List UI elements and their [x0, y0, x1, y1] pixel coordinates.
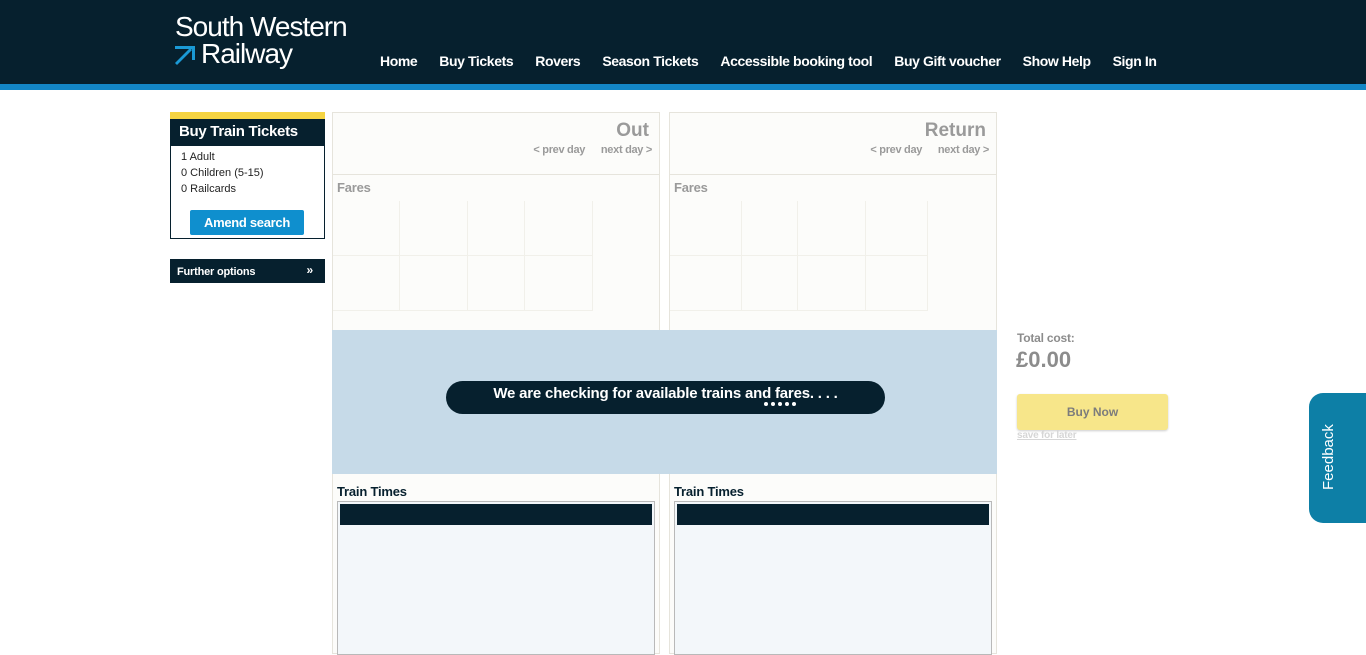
return-next-day-link[interactable]: next day > [938, 144, 989, 156]
fare-cell [798, 201, 866, 256]
summary-highlight-bar [170, 112, 325, 119]
fare-cell [468, 201, 525, 256]
fare-cell [742, 201, 798, 256]
total-cost-value: £0.00 [1016, 347, 1072, 372]
outbound-fares-grid [333, 201, 659, 331]
fare-cell [400, 256, 468, 311]
further-options-label: Further options [177, 266, 256, 278]
nav-sign-in[interactable]: Sign In [1113, 52, 1157, 70]
return-title: Return [924, 120, 986, 141]
double-chevron-down-icon: » [306, 263, 314, 277]
nav-accessible-booking-tool[interactable]: Accessible booking tool [720, 52, 872, 70]
nav-show-help[interactable]: Show Help [1023, 52, 1091, 70]
outbound-next-day-link[interactable]: next day > [601, 144, 652, 156]
fare-cell [866, 256, 928, 311]
outbound-day-nav: < prev day next day > [520, 144, 652, 156]
outbound-fares-label: Fares [337, 180, 371, 195]
outbound-times-header-bar [340, 504, 652, 525]
nav-home[interactable]: Home [380, 52, 418, 70]
loading-overlay: We are checking for available trains and… [332, 330, 997, 474]
fare-cell [670, 256, 742, 311]
nav-buy-gift-voucher[interactable]: Buy Gift voucher [894, 52, 1001, 70]
swr-arrow-logo-icon [175, 46, 195, 65]
nav-rovers[interactable]: Rovers [535, 52, 580, 70]
fare-cell [400, 201, 468, 256]
fare-cell [468, 256, 525, 311]
fare-cell [333, 201, 400, 256]
fare-cell [333, 256, 400, 311]
main-nav: Home Buy Tickets Rovers Season Tickets A… [380, 52, 1178, 70]
save-for-later-link[interactable]: save for later [1017, 430, 1077, 441]
railcards-count: 0 Railcards [181, 183, 237, 195]
passenger-summary-box: Buy Train Tickets 1 Adult 0 Children (5-… [170, 112, 325, 239]
feedback-label: Feedback [1320, 424, 1337, 490]
outbound-header: Out < prev day next day > [333, 113, 659, 175]
fare-cell [798, 256, 866, 311]
nav-buy-tickets[interactable]: Buy Tickets [439, 52, 513, 70]
feedback-tab[interactable]: Feedback [1309, 393, 1366, 523]
adults-count: 1 Adult [181, 151, 215, 163]
fare-cell [866, 201, 928, 256]
outbound-train-times-list[interactable] [337, 501, 655, 655]
fare-cell [525, 201, 593, 256]
fare-cell [525, 256, 593, 311]
fare-cell [670, 201, 742, 256]
return-day-nav: < prev day next day > [857, 144, 989, 156]
total-cost-label: Total cost: [1017, 331, 1075, 345]
amend-search-button[interactable]: Amend search [190, 210, 304, 235]
outbound-train-times-label: Train Times [337, 484, 407, 499]
return-prev-day-link[interactable]: < prev day [870, 144, 922, 156]
return-header: Return < prev day next day > [670, 113, 996, 175]
return-fares-grid [670, 201, 996, 331]
site-header: South Western Railway Home Buy Tickets R… [0, 0, 1366, 84]
further-options-toggle[interactable]: Further options » [170, 259, 325, 283]
return-fares-label: Fares [674, 180, 708, 195]
loading-message: We are checking for available trains and… [493, 385, 838, 402]
fare-cell [742, 256, 798, 311]
summary-title: Buy Train Tickets [170, 119, 325, 146]
return-train-times-label: Train Times [674, 484, 744, 499]
logo-line-2: Railway [201, 38, 293, 69]
loading-message-pill: We are checking for available trains and… [446, 381, 885, 414]
outbound-title: Out [616, 120, 649, 141]
header-accent-stripe [0, 84, 1366, 90]
return-train-times-list[interactable] [674, 501, 992, 655]
buy-now-button[interactable]: Buy Now [1017, 394, 1168, 430]
outbound-prev-day-link[interactable]: < prev day [533, 144, 585, 156]
nav-season-tickets[interactable]: Season Tickets [602, 52, 698, 70]
loading-spinner-icon [764, 402, 796, 406]
children-count: 0 Children (5-15) [181, 167, 264, 179]
return-times-header-bar [677, 504, 989, 525]
